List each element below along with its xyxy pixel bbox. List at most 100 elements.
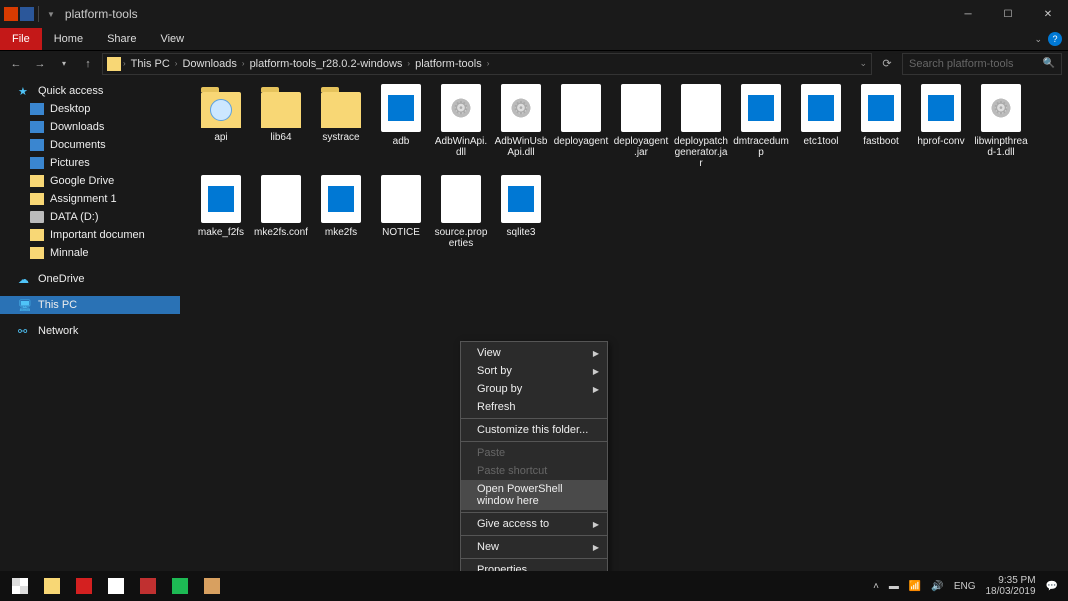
file-item[interactable]: systrace xyxy=(312,84,370,169)
maximize-button[interactable]: ☐ xyxy=(988,0,1028,28)
file-icon xyxy=(921,84,961,132)
mail-icon xyxy=(108,578,124,594)
menu-item[interactable]: Group by▶ xyxy=(461,380,607,398)
address-dropdown-icon[interactable]: ⌄ xyxy=(859,58,867,69)
file-item[interactable]: etc1tool xyxy=(792,84,850,169)
qat-icon[interactable] xyxy=(20,7,34,21)
file-item[interactable]: dmtracedump xyxy=(732,84,790,169)
nav-label: Downloads xyxy=(50,121,104,133)
breadcrumb[interactable]: › This PC › Downloads › platform-tools_r… xyxy=(102,53,872,75)
file-item[interactable]: mke2fs.conf xyxy=(252,175,310,249)
qat-icon[interactable] xyxy=(4,7,18,21)
nav-label: DATA (D:) xyxy=(50,211,98,223)
nav-pictures[interactable]: Pictures xyxy=(0,154,180,172)
breadcrumb-item[interactable]: platform-tools xyxy=(412,58,485,70)
file-item[interactable]: lib64 xyxy=(252,84,310,169)
nav-downloads[interactable]: Downloads xyxy=(0,118,180,136)
nav-documents[interactable]: Documents xyxy=(0,136,180,154)
folder-icon xyxy=(261,92,301,128)
nav-up-button[interactable]: ↑ xyxy=(78,54,98,74)
taskbar-mail[interactable] xyxy=(100,571,132,601)
file-label: libwinpthread-1.dll xyxy=(973,136,1029,158)
nav-drive[interactable]: DATA (D:) xyxy=(0,208,180,226)
file-item[interactable]: AdbWinUsbApi.dll xyxy=(492,84,550,169)
file-item[interactable]: mke2fs xyxy=(312,175,370,249)
taskbar-spotify[interactable] xyxy=(164,571,196,601)
chevron-right-icon[interactable]: › xyxy=(487,59,490,68)
nav-folder[interactable]: Google Drive xyxy=(0,172,180,190)
minimize-button[interactable]: ─ xyxy=(948,0,988,28)
file-label: api xyxy=(214,132,227,143)
nav-this-pc[interactable]: 🖥This PC xyxy=(0,296,180,314)
menu-item[interactable]: Open PowerShell window here xyxy=(461,480,607,510)
chevron-right-icon[interactable]: › xyxy=(407,59,410,68)
nav-folder[interactable]: Important documen xyxy=(0,226,180,244)
taskbar-start[interactable] xyxy=(4,571,36,601)
nav-network[interactable]: ⚯Network xyxy=(0,322,180,340)
tray-language[interactable]: ENG xyxy=(954,581,976,592)
nav-folder[interactable]: Minnale xyxy=(0,244,180,262)
close-button[interactable]: ✕ xyxy=(1028,0,1068,28)
tab-home[interactable]: Home xyxy=(42,28,95,50)
file-item[interactable]: adb xyxy=(372,84,430,169)
file-item[interactable]: deployagent.jar xyxy=(612,84,670,169)
file-item[interactable]: hprof-conv xyxy=(912,84,970,169)
chevron-right-icon[interactable]: › xyxy=(123,59,126,68)
clock-time: 9:35 PM xyxy=(985,575,1035,586)
taskbar-clock[interactable]: 9:35 PM 18/03/2019 xyxy=(985,575,1035,597)
file-item[interactable]: deployagent xyxy=(552,84,610,169)
menu-item[interactable]: Give access to▶ xyxy=(461,515,607,533)
chevron-right-icon[interactable]: › xyxy=(242,59,245,68)
taskbar-app-red[interactable] xyxy=(132,571,164,601)
folder-icon xyxy=(30,193,44,205)
file-item[interactable]: libwinpthread-1.dll xyxy=(972,84,1030,169)
breadcrumb-item[interactable]: platform-tools_r28.0.2-windows xyxy=(247,58,406,70)
menu-item[interactable]: View▶ xyxy=(461,344,607,362)
file-grid[interactable]: api lib64systraceadbAdbWinApi.dllAdbWinUs… xyxy=(180,76,1068,572)
tray-wifi-icon[interactable]: 📶 xyxy=(909,581,921,592)
ribbon-expand-icon[interactable]: ⌄ xyxy=(1034,34,1042,45)
qat-dropdown-icon[interactable]: ▼ xyxy=(43,10,59,19)
tray-battery-icon[interactable]: ▬ xyxy=(889,581,899,592)
nav-quick-access[interactable]: ★Quick access xyxy=(0,82,180,100)
nav-desktop[interactable]: Desktop xyxy=(0,100,180,118)
tab-view[interactable]: View xyxy=(148,28,196,50)
search-input[interactable]: Search platform-tools 🔍 xyxy=(902,53,1062,75)
taskbar-popcorn[interactable] xyxy=(196,571,228,601)
menu-item[interactable]: Sort by▶ xyxy=(461,362,607,380)
tab-share[interactable]: Share xyxy=(95,28,148,50)
file-icon xyxy=(801,84,841,132)
spotify-icon xyxy=(172,578,188,594)
nav-onedrive[interactable]: ☁OneDrive xyxy=(0,270,180,288)
file-item[interactable]: deploypatchgenerator.jar xyxy=(672,84,730,169)
chevron-right-icon[interactable]: › xyxy=(175,59,178,68)
menu-item[interactable]: Refresh xyxy=(461,398,607,416)
nav-folder[interactable]: Assignment 1 xyxy=(0,190,180,208)
taskbar-opera[interactable] xyxy=(68,571,100,601)
menu-separator xyxy=(461,418,607,419)
file-item[interactable]: api xyxy=(192,84,250,169)
notifications-icon[interactable]: 💬 xyxy=(1046,581,1058,592)
tray-volume-icon[interactable]: 🔊 xyxy=(931,581,943,592)
file-item[interactable]: source.properties xyxy=(432,175,490,249)
nav-recent-icon[interactable]: ▾ xyxy=(54,54,74,74)
file-item[interactable]: make_f2fs xyxy=(192,175,250,249)
breadcrumb-item[interactable]: Downloads xyxy=(179,58,239,70)
file-item[interactable]: NOTICE xyxy=(372,175,430,249)
taskbar-explorer[interactable] xyxy=(36,571,68,601)
tab-file[interactable]: File xyxy=(0,28,42,50)
file-icon xyxy=(861,84,901,132)
file-item[interactable]: AdbWinApi.dll xyxy=(432,84,490,169)
tray-chevron-icon[interactable]: ˄ xyxy=(873,581,879,592)
file-label: make_f2fs xyxy=(198,227,244,238)
breadcrumb-item[interactable]: This PC xyxy=(128,58,173,70)
file-item[interactable]: sqlite3 xyxy=(492,175,550,249)
menu-item[interactable]: New▶ xyxy=(461,538,607,556)
help-icon[interactable]: ? xyxy=(1048,32,1062,46)
nav-label: Google Drive xyxy=(50,175,114,187)
file-item[interactable]: fastboot xyxy=(852,84,910,169)
nav-forward-button[interactable]: → xyxy=(30,54,50,74)
refresh-button[interactable]: ⟳ xyxy=(876,57,898,70)
nav-back-button[interactable]: ← xyxy=(6,54,26,74)
menu-item[interactable]: Customize this folder... xyxy=(461,421,607,439)
